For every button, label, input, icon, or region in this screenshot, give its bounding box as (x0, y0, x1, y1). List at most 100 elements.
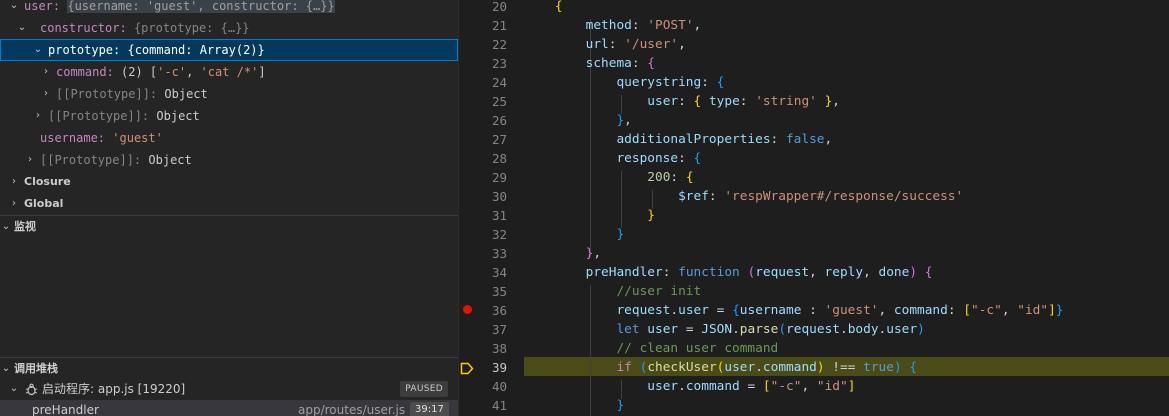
code-token: querystring (616, 75, 702, 90)
chevron-down-icon[interactable]: ⌄ (0, 216, 12, 238)
code-token: reply (824, 265, 864, 280)
line-number: 31 (491, 208, 507, 223)
chevron-down-icon[interactable]: ⌄ (0, 358, 12, 380)
code-token: . (839, 322, 848, 337)
line-number: 37 (491, 322, 507, 337)
code-token: "-c" (970, 303, 1002, 318)
variable-name: prototype: (48, 43, 121, 57)
code-line[interactable]: additionalProperties: false, (524, 130, 832, 149)
code-token: : (678, 151, 694, 166)
code-token: : (678, 94, 694, 109)
code-line[interactable]: request.user = {username : 'guest', comm… (524, 301, 1063, 320)
code-line[interactable]: method: 'POST', (524, 16, 702, 35)
code-token: . (670, 303, 679, 318)
variable-row-constructor[interactable]: ⌄ constructor: {prototype: {…}} (0, 17, 458, 39)
variable-row-prototype-object[interactable]: › [[Prototype]]: Object (0, 105, 458, 127)
variable-row-username[interactable]: username: 'guest' (0, 127, 458, 149)
code-token: false (785, 132, 825, 147)
code-token: request (616, 303, 671, 318)
scope-global[interactable]: › Global (0, 193, 458, 215)
section-title: 调用堆栈 (14, 362, 58, 375)
code-token: , (678, 37, 686, 52)
variable-name: user: (24, 0, 61, 13)
code-line[interactable]: 200: { (524, 168, 694, 187)
code-token: } (616, 227, 625, 242)
variable-row-prototype-object[interactable]: › [[Prototype]]: Object (0, 149, 458, 171)
code-token: : (708, 189, 725, 204)
variable-value-prefix: (2) [ (121, 65, 158, 79)
code-token: user (647, 94, 679, 109)
code-line[interactable]: if (checkUser(user.command) !== true) { (524, 358, 917, 377)
code-token: $ref (678, 189, 709, 204)
code-token: : (631, 56, 648, 71)
code-line[interactable]: //user init (524, 282, 701, 301)
code-line[interactable]: } (524, 396, 624, 415)
code-line[interactable]: response: { (524, 149, 701, 168)
code-token: ) (909, 265, 918, 280)
code-token: = (678, 322, 702, 337)
code-token: command (893, 303, 948, 318)
line-number: 30 (491, 189, 507, 204)
code-token: [ (963, 303, 971, 318)
call-stack-section-header[interactable]: ⌄ 调用堆栈 (0, 357, 458, 380)
variable-row-prototype[interactable]: ⌄ prototype: {command: Array(2)} (0, 39, 458, 61)
code-line[interactable]: } (524, 206, 655, 225)
code-token: if (616, 360, 632, 375)
chevron-right-icon[interactable]: › (8, 171, 20, 193)
code-line[interactable]: url: '/user', (524, 35, 686, 54)
code-line[interactable]: user: { type: 'string' }, (524, 92, 840, 111)
array-separator: , (186, 65, 201, 79)
code-token: { (732, 303, 740, 318)
code-token: user (886, 322, 918, 337)
variable-row-user[interactable]: ⌄ user: {username: 'guest', constructor:… (0, 0, 458, 17)
chevron-down-icon[interactable]: ⌄ (16, 17, 28, 39)
code-token: 'POST' (647, 18, 694, 33)
code-token: function (678, 265, 740, 280)
scope-closure[interactable]: › Closure (0, 171, 458, 193)
code-token: { (647, 56, 656, 71)
code-token: request (755, 265, 810, 280)
code-token: user (724, 360, 756, 375)
code-token: true (863, 360, 894, 375)
variable-row-prototype-object[interactable]: › [[Prototype]]: Object (0, 83, 458, 105)
code-editor[interactable]: 20 21 22 23 24 25 26 27 28 29 30 31 32 3… (459, 0, 1169, 416)
code-line[interactable]: schema: { (524, 54, 655, 73)
code-line[interactable]: }, (524, 111, 631, 130)
chevron-down-icon[interactable]: ⌄ (8, 379, 20, 399)
code-line[interactable]: }, (524, 244, 601, 263)
chevron-right-icon[interactable]: › (24, 149, 36, 171)
code-token: { (685, 170, 694, 185)
line-number: 29 (491, 170, 507, 185)
array-item: '-c' (157, 65, 187, 79)
code-line[interactable]: preHandler: function (request, reply, do… (524, 263, 933, 282)
chevron-down-icon[interactable]: ⌄ (8, 0, 20, 17)
call-stack-thread[interactable]: ⌄ 启动程序: app.js [19220] (0, 379, 458, 399)
chevron-right-icon[interactable]: › (40, 61, 52, 83)
code-line[interactable]: querystring: { (524, 73, 724, 92)
code-token: 200 (647, 170, 671, 185)
code-line[interactable]: $ref: 'respWrapper#/response/success' (524, 187, 963, 206)
code-line[interactable]: } (524, 225, 624, 244)
variable-name: constructor: (40, 21, 127, 35)
chevron-right-icon[interactable]: › (40, 83, 52, 105)
variable-row-command[interactable]: › command: (2) ['-c', 'cat /*'] (0, 61, 458, 83)
line-number: 22 (491, 37, 507, 52)
watch-section-header[interactable]: ⌄ 监视 (0, 215, 458, 238)
code-line[interactable]: { (524, 0, 563, 16)
chevron-right-icon[interactable]: › (8, 193, 20, 215)
code-token: , (878, 303, 894, 318)
chevron-right-icon[interactable]: › (32, 105, 44, 127)
code-line[interactable]: // clean user command (524, 339, 778, 358)
code-token: : (701, 75, 717, 90)
code-line[interactable]: let user = JSON.parse(request.body.user) (524, 320, 925, 339)
line-number: 27 (491, 132, 507, 147)
code-token: additionalProperties (616, 132, 771, 147)
chevron-down-icon[interactable]: ⌄ (32, 39, 44, 61)
call-stack-frame[interactable]: preHandler app/routes/user.js 39:17 (0, 400, 458, 416)
code-token: ) (917, 322, 925, 337)
code-line[interactable]: user.command = ["-c", "id"] (524, 377, 855, 396)
